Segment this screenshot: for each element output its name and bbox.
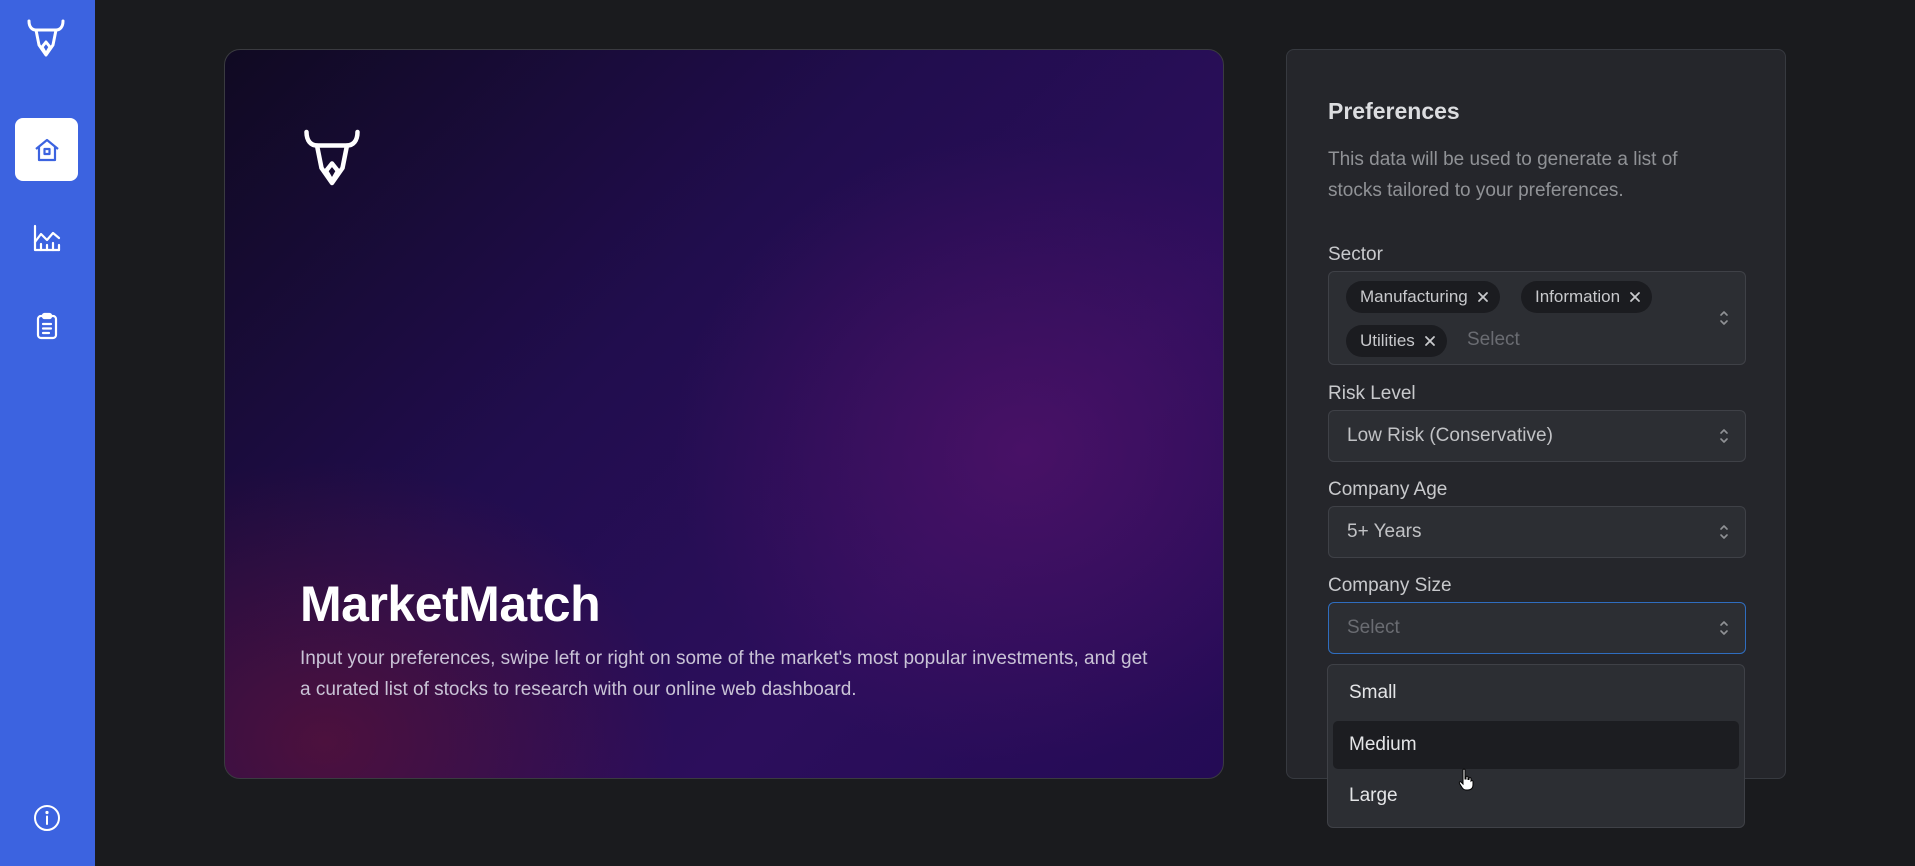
close-icon[interactable] [1423, 334, 1437, 348]
company-age-label: Company Age [1328, 479, 1448, 500]
panel-description: This data will be used to generate a lis… [1328, 149, 1678, 201]
company-age-select[interactable]: 5+ Years [1328, 506, 1746, 558]
company-age-value: 5+ Years [1347, 521, 1422, 542]
risk-level-select[interactable]: Low Risk (Conservative) [1328, 410, 1746, 462]
hand-cursor-icon [1458, 768, 1474, 791]
chevron-updown-icon [1720, 429, 1728, 443]
risk-level-label: Risk Level [1328, 383, 1416, 404]
sector-label: Sector [1328, 244, 1383, 265]
close-icon[interactable] [1476, 290, 1490, 304]
sector-pill: Information [1521, 281, 1653, 313]
clipboard-icon [36, 312, 57, 339]
sidebar-item-reports[interactable] [15, 294, 78, 357]
dropdown-option-small[interactable]: Small [1333, 669, 1739, 717]
sidebar [0, 0, 95, 866]
dropdown-option-medium[interactable]: Medium [1333, 721, 1739, 769]
chevron-updown-icon [1720, 525, 1728, 539]
hero-title: MarketMatch [300, 576, 601, 632]
chevron-updown-icon [1720, 311, 1728, 325]
panel-title: Preferences [1328, 98, 1460, 124]
home-icon [34, 138, 59, 161]
sector-multiselect[interactable]: Manufacturing Information Utilities Sele… [1328, 271, 1746, 365]
sidebar-item-chart[interactable] [15, 206, 78, 269]
bull-logo-icon[interactable] [24, 17, 68, 61]
chevron-updown-icon [1720, 621, 1728, 635]
hero-description: Input your preferences, swipe left or ri… [300, 648, 1148, 700]
close-icon[interactable] [1628, 290, 1642, 304]
chart-icon [33, 224, 60, 251]
company-size-label: Company Size [1328, 575, 1452, 596]
company-size-placeholder: Select [1347, 617, 1400, 638]
sector-pill: Utilities [1346, 325, 1447, 357]
sector-search-input[interactable]: Select [1467, 329, 1520, 351]
hero-card: MarketMatch Input your preferences, swip… [224, 49, 1224, 779]
bull-logo-icon [304, 129, 360, 186]
company-size-dropdown: Small Medium Large [1327, 664, 1745, 828]
sector-pill: Manufacturing [1346, 281, 1500, 313]
info-icon [33, 804, 60, 831]
risk-level-value: Low Risk (Conservative) [1347, 425, 1553, 446]
sidebar-item-info[interactable] [15, 786, 78, 849]
sidebar-item-home[interactable] [15, 118, 78, 181]
company-size-select[interactable]: Select [1328, 602, 1746, 654]
dropdown-option-large[interactable]: Large [1333, 772, 1739, 820]
